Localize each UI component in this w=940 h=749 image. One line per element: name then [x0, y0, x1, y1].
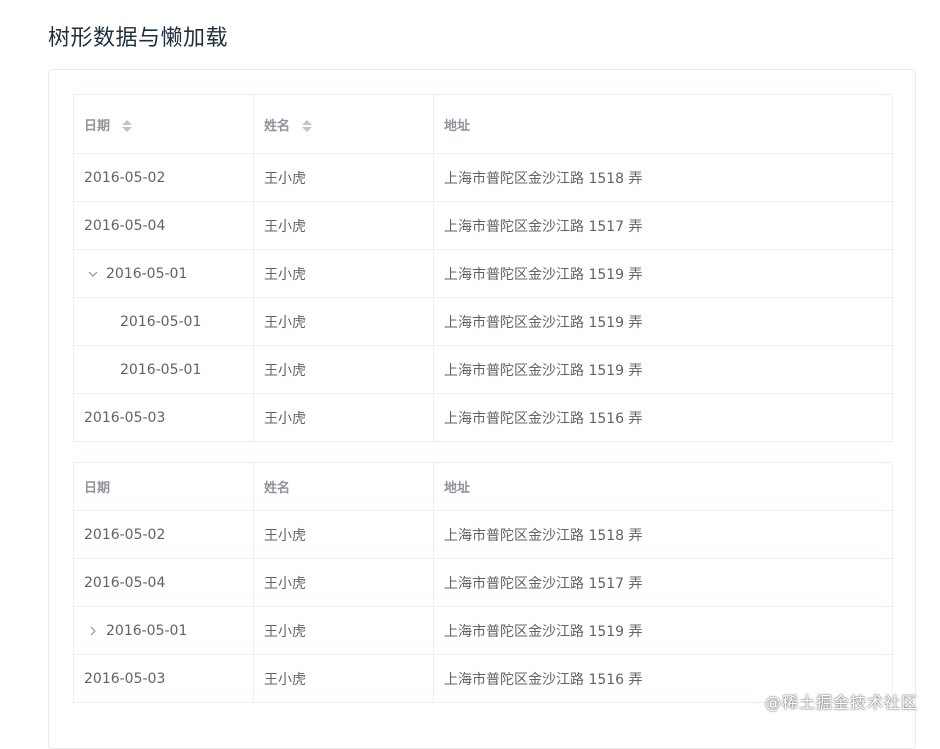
address-cell: 上海市普陀区金沙江路 1519 弄	[433, 606, 893, 655]
date-cell: 2016-05-01	[73, 297, 254, 346]
name-cell: 王小虎	[253, 153, 434, 202]
name-cell: 王小虎	[253, 606, 434, 655]
date-cell: 2016-05-02	[73, 153, 254, 202]
date-text: 2016-05-01	[106, 622, 188, 639]
name-cell: 王小虎	[253, 201, 434, 250]
address-header-label: 地址	[444, 118, 471, 134]
date-cell: 2016-05-02	[73, 510, 254, 559]
name-cell: 王小虎	[253, 654, 434, 703]
table-child-row: 2016-05-01 王小虎 上海市普陀区金沙江路 1519 弄	[73, 345, 893, 394]
table-header-row: 日期 姓名 地址	[73, 462, 893, 511]
watermark: @稀土掘金技术社区	[764, 693, 918, 712]
date-cell: 2016-05-01	[73, 249, 254, 298]
name-column-header[interactable]: 姓名	[253, 94, 434, 154]
tree-table-lazy: 日期 姓名 地址 2016-05-02 王小虎 上海市普陀区金沙江路 1518 …	[73, 462, 893, 703]
address-cell: 上海市普陀区金沙江路 1519 弄	[433, 249, 893, 298]
address-cell: 上海市普陀区金沙江路 1517 弄	[433, 558, 893, 607]
name-cell: 王小虎	[253, 558, 434, 607]
address-cell: 上海市普陀区金沙江路 1519 弄	[433, 345, 893, 394]
table-row: 2016-05-02 王小虎 上海市普陀区金沙江路 1518 弄	[73, 153, 893, 202]
address-column-header: 地址	[433, 462, 893, 511]
date-cell: 2016-05-01	[73, 606, 254, 655]
date-cell: 2016-05-04	[73, 201, 254, 250]
page-title: 树形数据与懒加载	[48, 26, 229, 51]
address-cell: 上海市普陀区金沙江路 1518 弄	[433, 510, 893, 559]
address-cell: 上海市普陀区金沙江路 1516 弄	[444, 410, 643, 427]
name-cell: 王小虎	[253, 249, 434, 298]
name-header-label: 姓名	[264, 118, 291, 134]
name-cell: 王小虎	[253, 297, 434, 346]
name-column-header: 姓名	[253, 462, 434, 511]
table-row-collapsed: 2016-05-01 王小虎 上海市普陀区金沙江路 1519 弄	[73, 606, 893, 655]
date-cell: 2016-05-01	[73, 345, 254, 394]
chevron-right-icon[interactable]	[88, 626, 100, 636]
date-cell: 2016-05-03	[73, 654, 254, 703]
name-cell: 王小虎	[253, 345, 434, 394]
address-cell: 上海市普陀区金沙江路 1518 弄	[433, 153, 893, 202]
sort-caret-icon[interactable]	[121, 120, 132, 132]
table-child-row: 2016-05-01 王小虎 上海市普陀区金沙江路 1519 弄	[73, 297, 893, 346]
name-cell: 王小虎	[253, 510, 434, 559]
date-header-label: 日期	[84, 118, 111, 134]
table-row: 2016-05-04 王小虎 上海市普陀区金沙江路 1517 弄	[73, 201, 893, 250]
table-row: 2016-05-02 王小虎 上海市普陀区金沙江路 1518 弄	[73, 510, 893, 559]
address-cell: 上海市普陀区金沙江路 1517 弄	[433, 201, 893, 250]
address-column-header: 地址	[433, 94, 893, 154]
date-text: 2016-05-01	[106, 265, 188, 282]
date-column-header: 日期	[73, 462, 254, 511]
date-cell: 2016-05-03	[73, 393, 254, 442]
date-column-header[interactable]: 日期	[73, 94, 254, 154]
table-row: 2016-05-03 王小虎 上海市普陀区金沙江路 1516 弄	[73, 393, 893, 442]
table-header-row: 日期 姓名 地址	[73, 94, 893, 154]
sort-caret-icon[interactable]	[301, 120, 312, 132]
address-cell: 上海市普陀区金沙江路 1519 弄	[433, 297, 893, 346]
table-row-expanded: 2016-05-01 王小虎 上海市普陀区金沙江路 1519 弄	[73, 249, 893, 298]
table-row: 2016-05-04 王小虎 上海市普陀区金沙江路 1517 弄	[73, 558, 893, 607]
name-cell: 王小虎	[253, 393, 434, 442]
chevron-down-icon[interactable]	[88, 269, 100, 279]
date-cell: 2016-05-04	[73, 558, 254, 607]
tree-table-sortable: 日期 姓名 地址 2016-05-02 王小虎 上海市普陀区金沙江路 1518 …	[73, 94, 893, 442]
